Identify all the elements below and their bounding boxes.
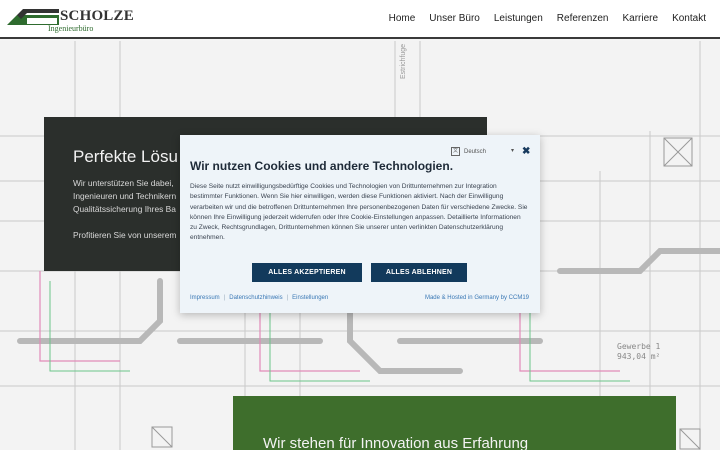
language-value: Deutsch xyxy=(464,148,487,155)
impressum-link[interactable]: Impressum xyxy=(190,295,220,301)
cookie-consent-dialog: 文 Deutsch ▾ ✖ Wir nutzen Cookies und and… xyxy=(180,135,540,313)
innovation-title: Wir stehen für Innovation aus Erfahrung xyxy=(263,435,529,450)
language-icon: 文 xyxy=(451,147,460,156)
nav-item-leistungen[interactable]: Leistungen xyxy=(494,13,543,24)
reject-all-button[interactable]: ALLES ABLEHNEN xyxy=(371,263,467,282)
blueprint-label-estrichfuge: Estrichfuge xyxy=(400,44,407,79)
cookie-footer-links: Impressum | Datenschutzhinweis | Einstel… xyxy=(190,295,328,301)
nav-item-karriere[interactable]: Karriere xyxy=(623,13,659,24)
nav-item-referenzen[interactable]: Referenzen xyxy=(557,13,609,24)
einstellungen-link[interactable]: Einstellungen xyxy=(292,295,328,301)
site-header: SCHOLZE Ingenieurbüro Home Unser Büro Le… xyxy=(0,0,720,39)
company-logo[interactable]: SCHOLZE Ingenieurbüro xyxy=(7,6,137,34)
language-select[interactable]: 文 Deutsch ▾ xyxy=(451,147,514,156)
innovation-card: Wir stehen für Innovation aus Erfahrung xyxy=(233,396,676,450)
nav-item-kontakt[interactable]: Kontakt xyxy=(672,13,706,24)
blueprint-label-area: 943,04 m² xyxy=(617,352,660,361)
cookie-text: Diese Seite nutzt einwilligungsbedürftig… xyxy=(190,183,528,242)
hosted-by-link[interactable]: Made & Hosted in Germany by CCM19 xyxy=(425,295,529,301)
main-nav: Home Unser Büro Leistungen Referenzen Ka… xyxy=(389,13,706,24)
nav-item-unser-buero[interactable]: Unser Büro xyxy=(429,13,480,24)
accept-all-button[interactable]: ALLES AKZEPTIEREN xyxy=(252,263,362,282)
close-icon[interactable]: ✖ xyxy=(522,146,530,157)
link-separator: | xyxy=(286,295,289,301)
nav-item-home[interactable]: Home xyxy=(389,13,416,24)
link-separator: | xyxy=(223,295,226,301)
logo-name: SCHOLZE xyxy=(60,8,134,24)
cookie-title: Wir nutzen Cookies und andere Technologi… xyxy=(190,159,454,173)
logo-subtitle: Ingenieurbüro xyxy=(48,24,94,33)
datenschutz-link[interactable]: Datenschutzhinweis xyxy=(229,295,282,301)
chevron-down-icon: ▾ xyxy=(511,148,515,154)
hero-text: Wir unterstützen Sie dabei, Ingenieuren … xyxy=(73,178,177,214)
blueprint-label-gewerbe: Gewerbe 1 xyxy=(617,342,661,351)
